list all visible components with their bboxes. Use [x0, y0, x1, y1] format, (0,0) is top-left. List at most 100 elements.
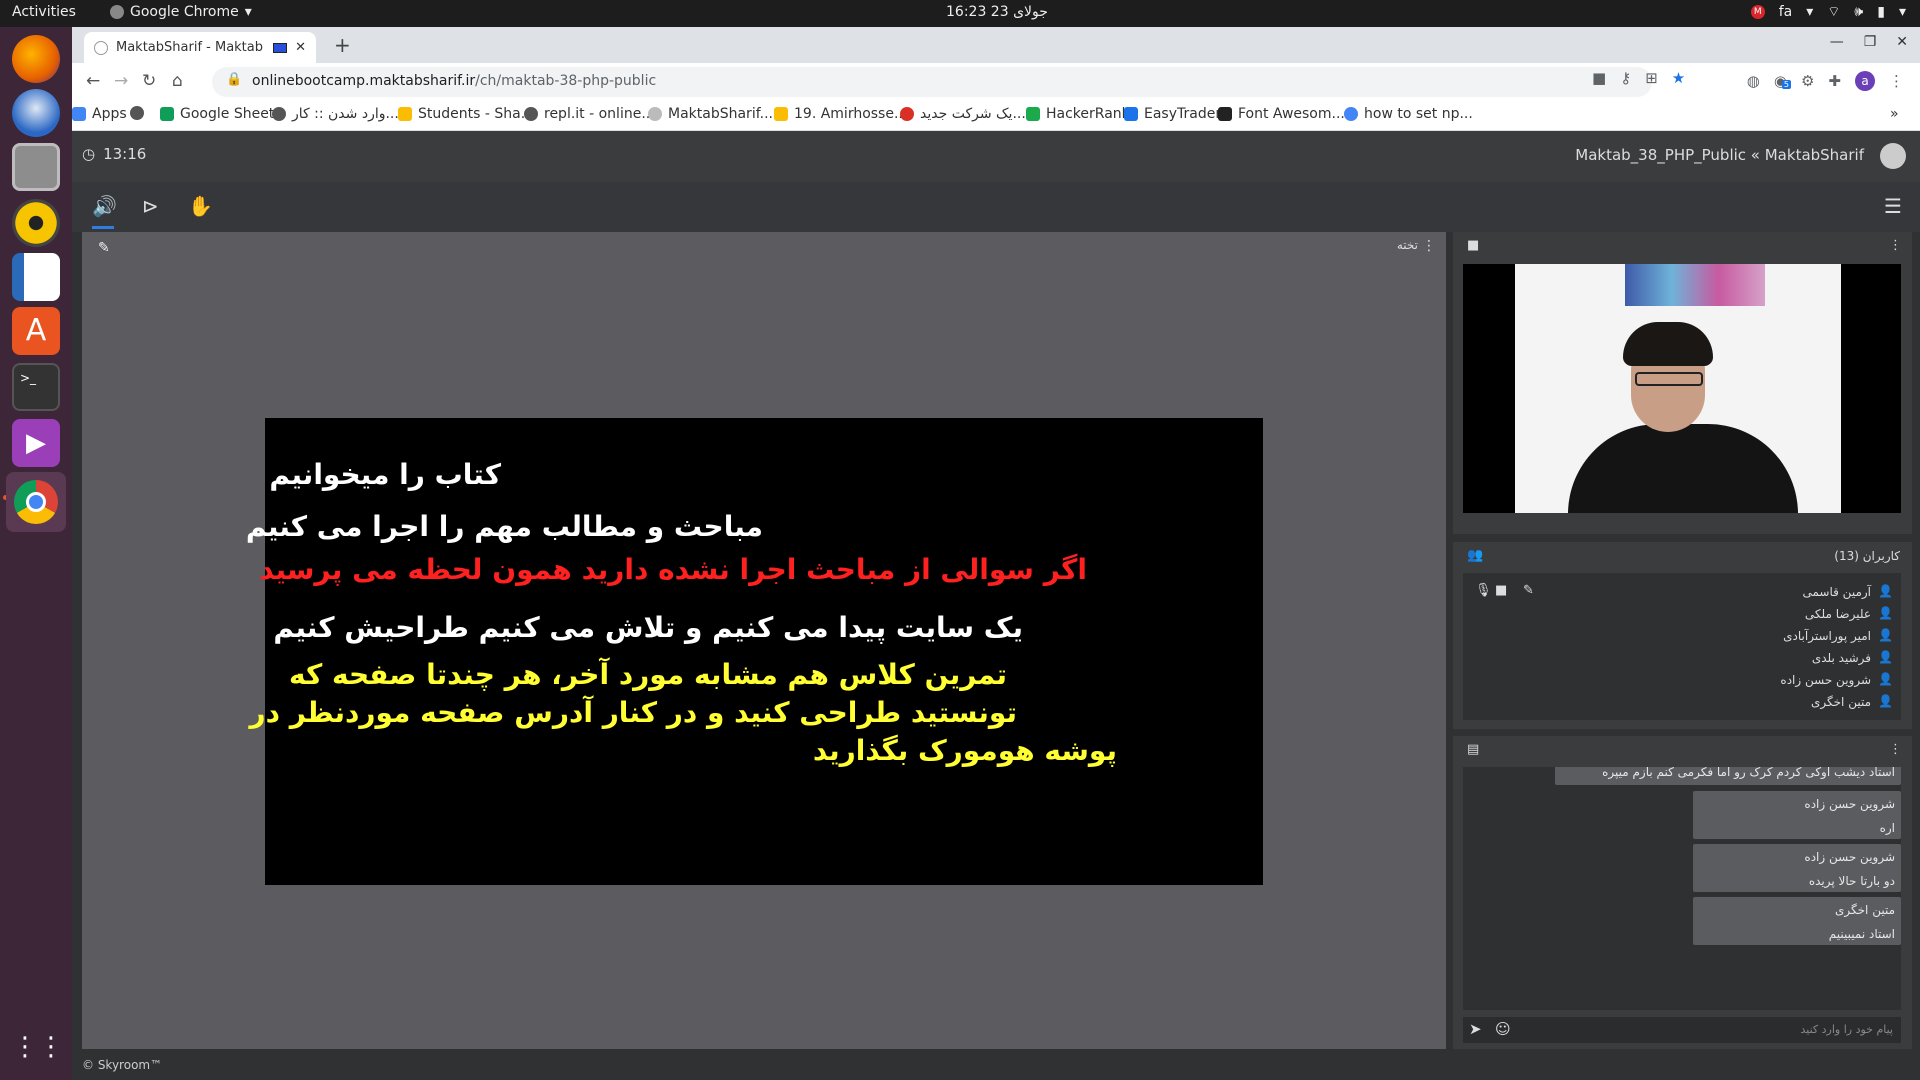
rhythmbox-icon[interactable]: [12, 199, 60, 247]
maktab-icon: [648, 107, 662, 121]
presenter-video[interactable]: [1463, 264, 1901, 513]
tab-maktabsharif[interactable]: MaktabSharif - Maktab ✕: [84, 32, 316, 63]
camera-in-use-icon[interactable]: ■: [1592, 69, 1606, 87]
chat-input-placeholder: پیام خود را وارد کنید: [1800, 1023, 1893, 1036]
bookmark-apps[interactable]: Apps: [72, 106, 127, 122]
thunderbird-icon[interactable]: [12, 89, 60, 137]
key-icon[interactable]: ⚷: [1620, 69, 1631, 87]
mail-indicator-icon[interactable]: M: [1750, 5, 1765, 19]
home-icon[interactable]: ⌂: [172, 71, 183, 91]
emoji-icon[interactable]: ☺: [1495, 1020, 1511, 1038]
settings-extension-icon[interactable]: ⚙: [1801, 72, 1814, 90]
bookmark-label: MaktabSharif...: [668, 106, 773, 122]
users-list[interactable]: 🎙 ■ ✎ 👤 آرمین قاسمی 👤 علیرضا ملکی 👤 امیر پو…: [1463, 573, 1901, 720]
kebab-menu-icon[interactable]: ⋮: [1889, 238, 1902, 253]
back-icon[interactable]: ←: [86, 71, 100, 91]
slide-line: مباحث و مطالب مهم را اجرا می کنیم: [245, 510, 763, 543]
bookmark-hackerrank[interactable]: HackerRank: [1026, 106, 1130, 122]
close-tab-icon[interactable]: ✕: [295, 40, 306, 55]
bookmark-globe[interactable]: [130, 106, 144, 120]
user-row[interactable]: 👤 آرمین قاسمی: [1463, 581, 1901, 603]
files-icon[interactable]: [12, 143, 60, 191]
chat-input[interactable]: پیام خود را وارد کنید ➤ ☺: [1463, 1017, 1901, 1043]
video-player-icon[interactable]: ▶: [12, 419, 60, 467]
hamburger-menu-icon[interactable]: ☰: [1884, 194, 1902, 218]
system-tray[interactable]: M fa ▾ ⌔ 🕪 ▮ ▾: [1750, 3, 1906, 21]
new-tab-button[interactable]: +: [334, 33, 351, 57]
url-host: onlinebootcamp.maktabsharif.ir: [252, 73, 476, 89]
bookmark-google-sheets[interactable]: Google Sheets: [160, 106, 282, 122]
extension-badge: 5: [1781, 80, 1791, 89]
firefox-icon[interactable]: [12, 35, 60, 83]
reload-icon[interactable]: ↻: [142, 71, 156, 91]
bookmark-label: Font Awesom...: [1238, 106, 1345, 122]
bookmark-amirhossein[interactable]: 19. Amirhosse...: [774, 106, 907, 122]
chrome-icon[interactable]: [6, 472, 66, 532]
kebab-menu-icon[interactable]: ⋮: [1422, 238, 1436, 254]
app-header: ◷ 13:16 Maktab_38_PHP_Public « MaktabSha…: [72, 131, 1920, 182]
battery-icon: ▮: [1877, 4, 1885, 20]
user-row[interactable]: 👤 علیرضا ملکی: [1463, 603, 1901, 625]
url-path: /ch/maktab-38-php-public: [475, 73, 657, 89]
company-icon: [900, 107, 914, 121]
chrome-small-icon: [110, 5, 124, 19]
bookmark-maktabsharif[interactable]: MaktabSharif...: [648, 106, 773, 122]
bookmark-label: وارد شدن :: کار...: [292, 106, 399, 122]
chat-message: شروین حسن زاده دو بارتا حالا پریده: [1693, 844, 1901, 892]
active-tab-indicator: [92, 226, 114, 229]
play-media-icon[interactable]: ⊳: [142, 194, 159, 218]
chat-messages[interactable]: استاد دیشب اوکی کردم کرک رو اما فکرمی کن…: [1463, 767, 1901, 1010]
bookmarks-overflow-button[interactable]: »: [1890, 106, 1899, 122]
send-icon[interactable]: ➤: [1469, 1020, 1482, 1038]
address-bar[interactable]: 🔒 onlinebootcamp.maktabsharif.ir/ch/makt…: [212, 67, 1652, 97]
translate-icon[interactable]: ⊞: [1645, 69, 1658, 87]
app-menu[interactable]: Google Chrome ▾: [110, 4, 252, 20]
extension-with-badge-icon[interactable]: ◉ 5: [1774, 72, 1791, 90]
flag-icon: [1218, 107, 1232, 121]
bookmark-login[interactable]: وارد شدن :: کار...: [272, 106, 399, 122]
user-row[interactable]: 👤 متین اخگری: [1463, 691, 1901, 713]
minimize-icon[interactable]: —: [1830, 34, 1844, 50]
double-chevron-icon: »: [1890, 106, 1899, 122]
bookmark-how-to-set[interactable]: how to set np...: [1344, 106, 1473, 122]
room-title: Maktab_38_PHP_Public « MaktabSharif: [1575, 146, 1864, 164]
kebab-menu-icon[interactable]: ⋮: [1889, 742, 1902, 757]
user-account-icon[interactable]: [1880, 143, 1906, 169]
copyright: © Skyroom™: [82, 1058, 163, 1072]
software-center-icon[interactable]: A: [12, 307, 60, 355]
chrome-menu-icon[interactable]: ⋮: [1889, 72, 1904, 90]
keyboard-layout-indicator[interactable]: fa: [1779, 4, 1793, 20]
restore-icon[interactable]: ❐: [1864, 34, 1877, 50]
bookmark-replit[interactable]: repl.it - online...: [524, 106, 655, 122]
bookmark-font-awesome[interactable]: Font Awesom...: [1218, 106, 1345, 122]
libreoffice-writer-icon[interactable]: [12, 253, 60, 301]
extensions-puzzle-icon[interactable]: ✚: [1828, 72, 1841, 90]
show-applications-icon[interactable]: ⋮⋮⋮: [12, 1023, 90, 1071]
terminal-icon[interactable]: >_: [12, 363, 60, 411]
tab-favicon-icon: [94, 40, 108, 55]
profile-avatar[interactable]: a: [1855, 71, 1875, 91]
chat-message-text: استاد دیشب اوکی کردم کرک رو اما فکرمی کن…: [1602, 767, 1895, 779]
forward-icon[interactable]: →: [114, 71, 128, 91]
slide-line: اگر سوالی از مباحث اجرا نشده دارید همون …: [259, 553, 1087, 586]
activities-button[interactable]: Activities: [12, 4, 76, 20]
chat-message: متین اخگری استاد نمیبینیم: [1693, 897, 1901, 945]
user-row[interactable]: 👤 شروین حسن زاده: [1463, 669, 1901, 691]
user-row[interactable]: 👤 امیر پوراستر‌آبادی: [1463, 625, 1901, 647]
system-top-bar: Activities Google Chrome ▾ 16:23 23 جولا…: [0, 0, 1920, 27]
chat-icon: ▤: [1467, 742, 1480, 757]
app-menu-label: Google Chrome: [130, 4, 239, 20]
pencil-icon[interactable]: ✎: [98, 240, 110, 256]
replit-icon: [524, 107, 538, 121]
user-row[interactable]: 👤 فرشید بلدی: [1463, 647, 1901, 669]
ubuntu-dock: A >_ ▶ ⋮⋮⋮: [0, 27, 90, 1080]
speaker-icon[interactable]: 🔊: [92, 194, 117, 218]
bookmark-star-icon[interactable]: ★: [1672, 69, 1685, 87]
vpn-extension-icon[interactable]: ◍: [1747, 72, 1760, 90]
close-window-icon[interactable]: ✕: [1896, 34, 1908, 50]
bookmark-easytrader[interactable]: EasyTrader: [1124, 106, 1221, 122]
clock[interactable]: 16:23 23 جولای: [946, 4, 1048, 20]
raise-hand-icon[interactable]: ✋: [188, 194, 213, 218]
bookmark-students[interactable]: Students - Sha...: [398, 106, 534, 122]
bookmark-new-company[interactable]: یک شرکت جدید...: [900, 106, 1026, 122]
